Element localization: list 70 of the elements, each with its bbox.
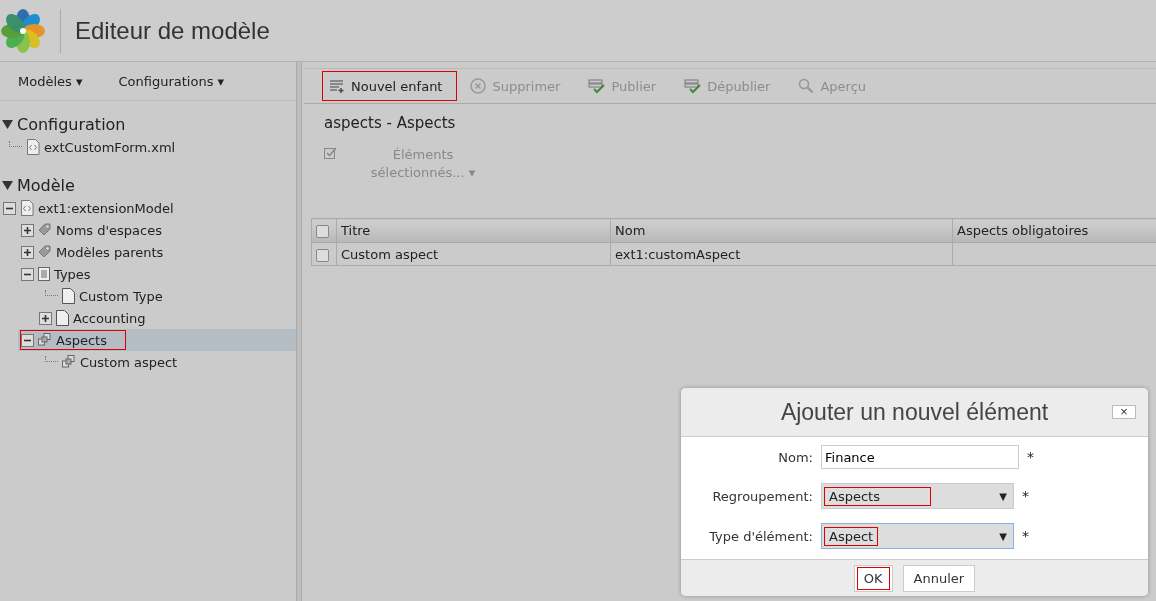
tree-item[interactable]: ext1:extensionModel	[0, 197, 296, 219]
field-label: Type d'élément:	[708, 528, 813, 544]
tree-label: Custom aspect	[80, 354, 178, 370]
list-add-icon	[329, 79, 345, 93]
tag-icon	[38, 245, 52, 259]
field-label: Regroupement:	[711, 488, 813, 504]
stacked-squares-icon	[38, 333, 52, 347]
tree-label: ext1:extensionModel	[38, 200, 174, 216]
menu-button[interactable]: Configurations ▾	[110, 69, 233, 93]
tree-label: extCustomForm.xml	[44, 139, 176, 155]
tree-item[interactable]: Noms d'espaces	[18, 219, 296, 241]
app-title: Editeur de modèle	[75, 16, 270, 45]
stack-check-icon	[684, 78, 702, 94]
table-cell: Custom aspect	[336, 242, 611, 266]
tree-section-header[interactable]: Configuration	[17, 115, 126, 134]
tree-item[interactable]: Modèles parents	[18, 241, 296, 263]
tag-icon	[38, 223, 52, 237]
content-title: aspects - Aspects	[323, 113, 457, 134]
close-button[interactable]: ×	[1112, 405, 1136, 419]
row-checkbox[interactable]	[316, 248, 329, 262]
menu-button[interactable]: Modèles ▾	[10, 69, 91, 93]
file-code-icon	[20, 200, 34, 216]
dialog-button[interactable]: Annuler	[902, 564, 976, 592]
circle-x-icon	[470, 78, 487, 94]
list-icon	[38, 267, 50, 281]
tree-label: Custom Type	[79, 288, 163, 304]
tree-item[interactable]: Aspects	[18, 329, 296, 351]
column-header[interactable]: Aspects obligatoires	[952, 218, 1156, 243]
plus-icon[interactable]	[21, 245, 34, 259]
tree-label: Types	[54, 266, 91, 282]
tree-item[interactable]: Types	[18, 263, 296, 285]
tree-item[interactable]: Accounting	[36, 307, 296, 329]
dialog-button[interactable]: OK	[853, 564, 893, 592]
minus-icon[interactable]	[21, 267, 34, 281]
tree-section-header[interactable]: Modèle	[17, 176, 75, 195]
toolbar-button[interactable]: Nouvel enfant	[322, 71, 458, 101]
checkbox-check-icon	[324, 146, 337, 159]
file-code-icon	[26, 139, 40, 155]
page-icon	[62, 288, 75, 304]
triangle-down-icon[interactable]	[2, 180, 13, 191]
required-mark: *	[1022, 528, 1029, 544]
column-header[interactable]: Titre	[336, 218, 611, 243]
search-icon	[798, 78, 815, 94]
splitter-handle[interactable]	[296, 62, 302, 601]
dropdown[interactable]: Aspect ▼	[821, 523, 1014, 549]
select-all-checkbox[interactable]	[316, 225, 329, 238]
page-icon	[56, 310, 69, 326]
tree-label: Modèles parents	[56, 244, 164, 260]
plus-icon[interactable]	[21, 223, 34, 237]
minus-icon[interactable]	[3, 201, 16, 215]
triangle-down-icon[interactable]	[2, 119, 13, 130]
dropdown[interactable]: Aspects ▼	[821, 483, 1014, 509]
tree-label: Accounting	[73, 310, 146, 326]
required-mark: *	[1022, 488, 1029, 504]
dialog-title: Ajouter un nouvel élément	[780, 398, 1049, 426]
tree-item[interactable]: Custom Type	[36, 285, 296, 307]
input-field[interactable]: Finance	[821, 445, 1019, 469]
plus-icon[interactable]	[39, 311, 52, 325]
tree-item[interactable]: extCustomForm.xml	[0, 136, 296, 158]
table-cell: ext1:customAspect	[610, 242, 953, 266]
minus-icon[interactable]	[21, 333, 34, 347]
field-label: Nom:	[777, 449, 813, 465]
column-header[interactable]: Nom	[610, 218, 953, 243]
tree-label: Aspects	[56, 332, 107, 348]
stack-check-icon	[588, 78, 606, 94]
tree-label: Noms d'espaces	[56, 222, 162, 238]
tree-item[interactable]: Custom aspect	[36, 351, 296, 373]
flower-logo	[0, 7, 46, 54]
required-mark: *	[1027, 449, 1034, 465]
stacked-squares-icon	[62, 355, 76, 369]
